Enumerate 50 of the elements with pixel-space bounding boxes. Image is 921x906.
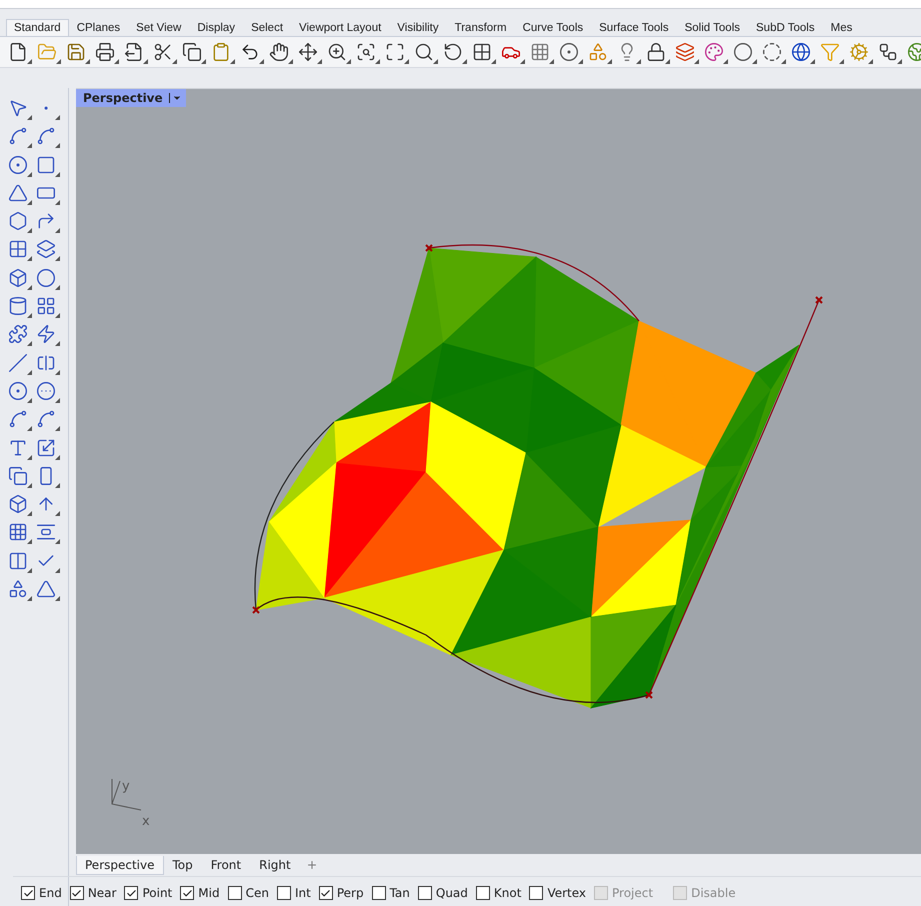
- file-export-icon[interactable]: [122, 40, 146, 64]
- ribbon-tab[interactable]: Display: [189, 19, 244, 36]
- axis-icon: [112, 778, 142, 810]
- ribbon-tab[interactable]: Viewport Layout: [291, 19, 390, 36]
- osnap-checkbox[interactable]: Int: [276, 886, 311, 900]
- checkmark-icon: [126, 888, 137, 899]
- osnap-checkbox[interactable]: Point: [124, 886, 172, 900]
- axis-label: y: [122, 779, 130, 794]
- color-wheel-icon[interactable]: [702, 40, 726, 64]
- command-line-field[interactable]: [0, 0, 921, 9]
- viewport-tab[interactable]: Perspective: [76, 856, 164, 875]
- osnap-checkbox[interactable]: End: [21, 886, 62, 900]
- viewport-tab[interactable]: Front: [202, 856, 250, 875]
- osnap-checkbox[interactable]: Near: [70, 886, 116, 900]
- osnap-checkbox[interactable]: Quad: [418, 886, 468, 900]
- ribbon-tab[interactable]: SubD Tools: [748, 19, 823, 36]
- ribbon-tab[interactable]: Visibility: [389, 19, 447, 36]
- osnap-checkbox[interactable]: Perp: [318, 886, 364, 900]
- viewport[interactable]: Perspective y x: [76, 88, 921, 854]
- globe-icon[interactable]: [789, 40, 813, 64]
- checkmark-icon: [71, 888, 82, 899]
- osnap-checkbox[interactable]: Knot: [476, 886, 522, 900]
- ribbon-tab[interactable]: CPlanes: [68, 19, 128, 36]
- viewport-tab[interactable]: Top: [164, 856, 202, 875]
- ribbon-tab[interactable]: Transform: [446, 19, 515, 36]
- osnap-checkbox[interactable]: Tan: [372, 886, 410, 900]
- axis-label: x: [142, 814, 150, 829]
- viewport-title[interactable]: Perspective: [76, 89, 186, 107]
- ribbon-tab[interactable]: Set View: [128, 19, 190, 36]
- puzzle-icon[interactable]: [6, 322, 30, 346]
- osnap-checkbox[interactable]: Cen: [228, 886, 269, 900]
- ribbon-tab[interactable]: Surface Tools: [591, 19, 677, 36]
- gear-icon[interactable]: [847, 40, 871, 64]
- checkmark-icon: [22, 888, 34, 899]
- osnap-checkbox[interactable]: Vertex: [529, 886, 586, 900]
- ribbon-tab[interactable]: Solid Tools: [676, 19, 748, 36]
- ribbon-tab[interactable]: Standard: [6, 19, 69, 36]
- move-icon[interactable]: [296, 40, 320, 64]
- copy-icon[interactable]: [180, 40, 204, 64]
- hand-icon[interactable]: [267, 40, 291, 64]
- ribbon-tab[interactable]: Curve Tools: [514, 19, 592, 36]
- osnap-checkbox[interactable]: Mid: [180, 886, 220, 900]
- circle-point-icon[interactable]: [557, 40, 581, 64]
- ribbon-tab[interactable]: Select: [243, 19, 292, 36]
- checkmark-icon: [182, 888, 193, 899]
- layers-icon[interactable]: [673, 40, 697, 64]
- printer-icon[interactable]: [93, 40, 117, 64]
- viewport-tab[interactable]: Right: [250, 856, 300, 875]
- ribbon-tab[interactable]: Mes: [822, 19, 860, 36]
- checkmark-icon: [320, 888, 332, 899]
